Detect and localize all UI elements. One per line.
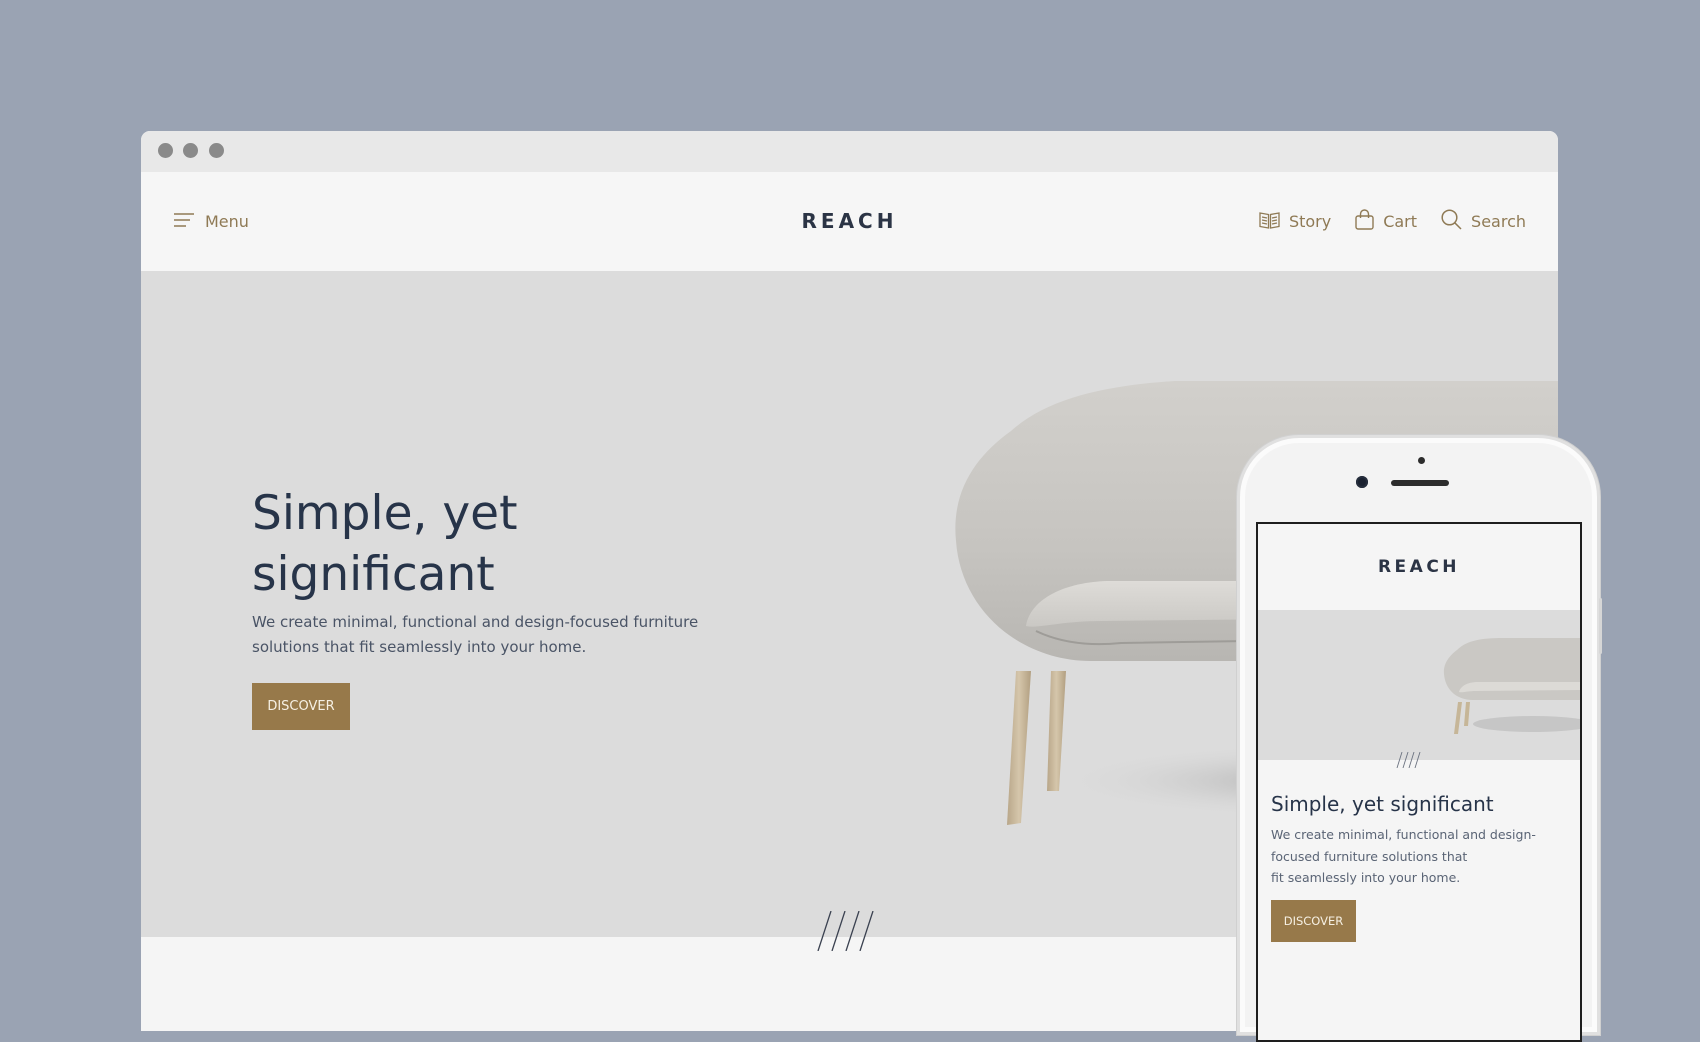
browser-titlebar xyxy=(141,131,1558,172)
nav-search[interactable]: Search xyxy=(1441,209,1526,234)
hero-title-line-2: significant xyxy=(252,547,495,602)
shopping-bag-icon xyxy=(1355,209,1374,234)
hero-title: Simple, yet significant xyxy=(252,483,672,605)
mobile-hero-description: We create minimal, functional and design… xyxy=(1271,824,1551,889)
nav-story[interactable]: Story xyxy=(1259,211,1331,233)
mobile-phone-mockup: REACH Simple, yet significant We create … xyxy=(1237,435,1602,1042)
mobile-sofa-image xyxy=(1443,638,1580,734)
window-close-button[interactable] xyxy=(158,143,173,158)
mobile-divider-icon xyxy=(1396,752,1421,768)
mobile-hero-image xyxy=(1258,610,1580,760)
nav-search-label: Search xyxy=(1471,212,1526,231)
header-nav: Story Cart Search xyxy=(1259,172,1526,271)
mobile-desc-line-1: We create minimal, functional and design… xyxy=(1271,827,1536,842)
mobile-header: REACH xyxy=(1258,524,1580,610)
nav-cart-label: Cart xyxy=(1383,212,1418,231)
hero-title-line-1: Simple, yet xyxy=(252,486,518,541)
window-maximize-button[interactable] xyxy=(209,143,224,158)
mobile-hero-title: Simple, yet significant xyxy=(1271,792,1494,816)
phone-speaker xyxy=(1391,480,1449,486)
hero-description: We create minimal, functional and design… xyxy=(252,613,699,656)
nav-cart[interactable]: Cart xyxy=(1355,209,1417,234)
mobile-logo[interactable]: REACH xyxy=(1258,524,1580,610)
phone-camera-icon xyxy=(1356,476,1368,488)
window-minimize-button[interactable] xyxy=(183,143,198,158)
discover-button[interactable]: DISCOVER xyxy=(252,683,350,730)
scroll-divider-icon xyxy=(817,911,874,951)
phone-sensor xyxy=(1418,457,1425,464)
open-book-icon xyxy=(1259,211,1280,233)
mobile-screen: REACH Simple, yet significant We create … xyxy=(1256,522,1582,1042)
mobile-discover-button[interactable]: DISCOVER xyxy=(1271,900,1356,942)
mobile-desc-line-2: focused furniture solutions that xyxy=(1271,848,1468,864)
nav-story-label: Story xyxy=(1288,212,1332,231)
search-icon xyxy=(1441,209,1462,234)
mobile-desc-line-3: fit seamlessly into your home. xyxy=(1271,870,1461,885)
phone-side-button xyxy=(1599,598,1602,654)
site-header: Menu REACH Story Cart Search xyxy=(141,172,1558,271)
